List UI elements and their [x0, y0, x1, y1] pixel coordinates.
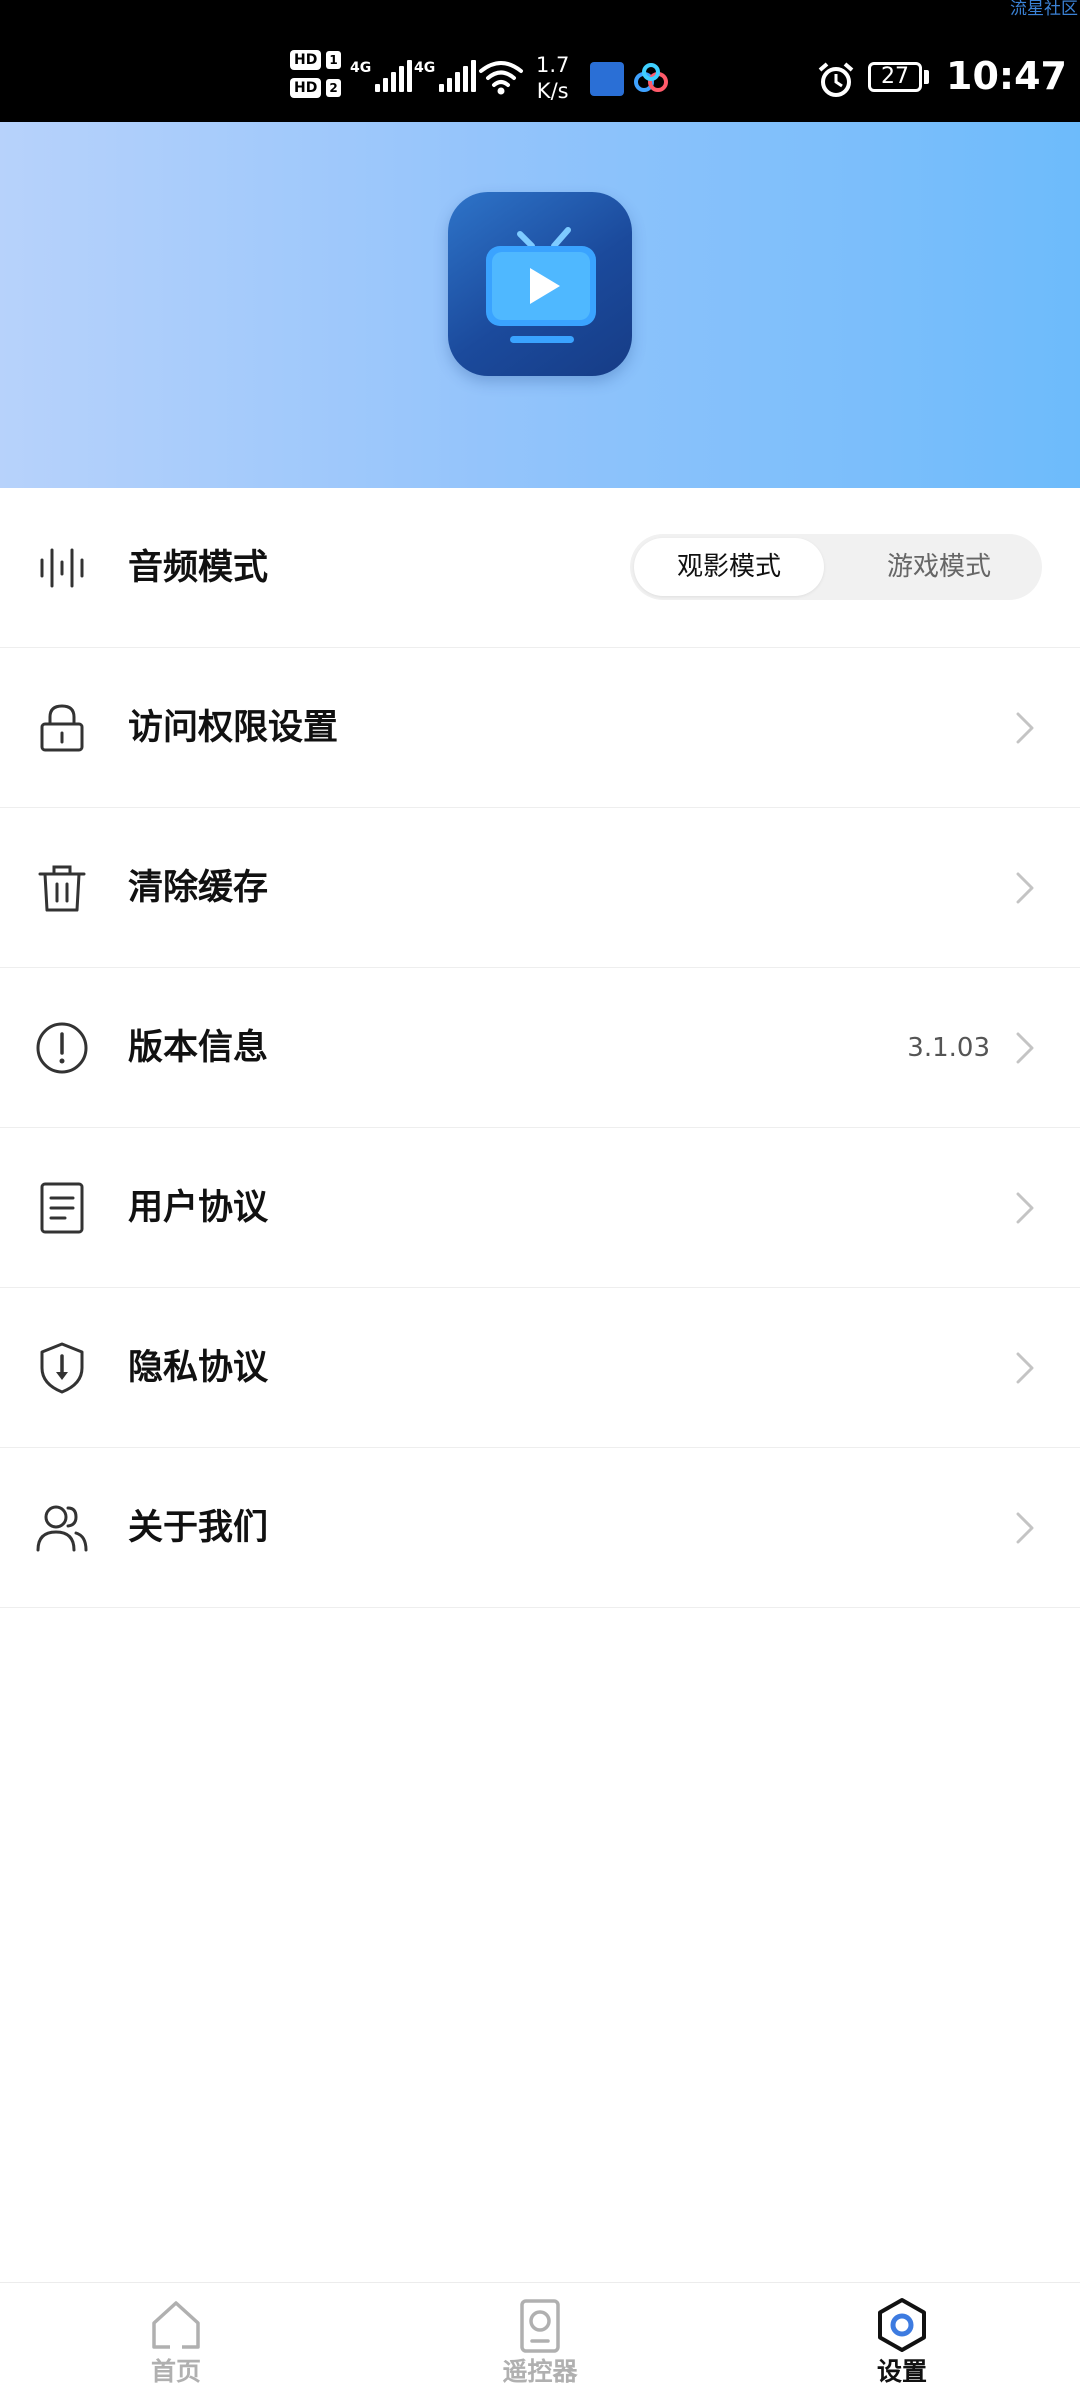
speed-value: 1.7 — [536, 53, 570, 77]
chevron-right-icon — [1016, 1512, 1034, 1544]
nav-label-home: 首页 — [150, 2357, 201, 2386]
cloud-app-icon — [634, 63, 668, 92]
network-type: 4G — [350, 60, 372, 76]
chevron-right-icon — [1016, 1192, 1034, 1224]
shield-icon — [40, 1342, 84, 1394]
about-us-label: 关于我们 — [128, 1508, 269, 1548]
nav-item-remote[interactable]: 遥控器 — [440, 2283, 640, 2401]
nav-label-settings: 设置 — [876, 2357, 927, 2386]
chevron-right-icon — [1016, 1032, 1034, 1064]
header-banner — [0, 122, 1080, 488]
about-us-row[interactable]: 关于我们 — [0, 1448, 1080, 1608]
lock-icon — [40, 704, 84, 752]
chevron-right-icon — [1016, 1352, 1034, 1384]
users-icon — [36, 1505, 88, 1552]
hd-badge: HD — [290, 78, 322, 98]
access-permissions-label: 访问权限设置 — [128, 708, 339, 748]
status-bar: 流星社区 HD 1 HD 2 4G 4G 1.7 K/s 27 10:47 — [0, 0, 1080, 122]
sim-number: 1 — [326, 51, 341, 69]
audio-wave-icon — [40, 548, 84, 588]
version-info-label: 版本信息 — [128, 1028, 269, 1068]
version-info-row[interactable]: 版本信息 3.1.03 — [0, 968, 1080, 1128]
sim-number: 2 — [326, 79, 341, 97]
settings-list: 音频模式 观影模式 游戏模式 访问权限设置 清除缓存 版本信息 3.1.03 用… — [0, 488, 1080, 1608]
speed-unit: K/s — [536, 79, 569, 103]
signal-icon: 4G — [414, 60, 477, 92]
hd-indicators: HD 1 HD 2 — [290, 50, 341, 98]
tv-play-icon — [486, 227, 596, 343]
audio-mode-row: 音频模式 观影模式 游戏模式 — [0, 488, 1080, 648]
clear-cache-label: 清除缓存 — [128, 868, 269, 908]
nav-label-remote: 遥控器 — [502, 2357, 578, 2386]
movie-mode-option[interactable]: 观影模式 — [634, 538, 824, 596]
document-icon — [40, 1182, 84, 1234]
watermark-text: 流星社区 — [1010, 0, 1078, 19]
remote-icon — [520, 2299, 560, 2353]
hd-badge: HD — [290, 50, 322, 70]
chevron-right-icon — [1016, 872, 1034, 904]
app-notification-icon — [590, 62, 624, 96]
game-mode-option[interactable]: 游戏模式 — [844, 538, 1034, 596]
network-type: 4G — [414, 60, 436, 76]
nav-item-home[interactable]: 首页 — [76, 2283, 276, 2401]
signal-icon: 4G — [350, 60, 413, 92]
bottom-navigation: 首页 遥控器 设置 — [0, 2282, 1080, 2401]
home-icon — [152, 2301, 200, 2350]
network-speed: 1.7 K/s — [536, 52, 569, 104]
chevron-right-icon — [1016, 712, 1034, 744]
privacy-policy-row[interactable]: 隐私协议 — [0, 1288, 1080, 1448]
alarm-icon — [818, 62, 854, 97]
nav-item-settings[interactable]: 设置 — [802, 2283, 1002, 2401]
audio-mode-segmented-control: 观影模式 游戏模式 — [630, 534, 1042, 600]
battery-tip — [924, 70, 929, 84]
battery-icon: 27 — [868, 62, 922, 92]
info-icon — [36, 1022, 88, 1074]
audio-mode-label: 音频模式 — [128, 548, 269, 588]
access-permissions-row[interactable]: 访问权限设置 — [0, 648, 1080, 808]
user-agreement-label: 用户协议 — [128, 1188, 269, 1228]
privacy-policy-label: 隐私协议 — [128, 1348, 269, 1388]
version-number: 3.1.03 — [907, 1033, 990, 1063]
clock: 10:47 — [946, 54, 1067, 98]
trash-icon — [38, 865, 86, 912]
settings-icon — [878, 2298, 926, 2352]
user-agreement-row[interactable]: 用户协议 — [0, 1128, 1080, 1288]
clear-cache-row[interactable]: 清除缓存 — [0, 808, 1080, 968]
app-logo — [448, 192, 632, 376]
wifi-icon — [479, 61, 523, 95]
